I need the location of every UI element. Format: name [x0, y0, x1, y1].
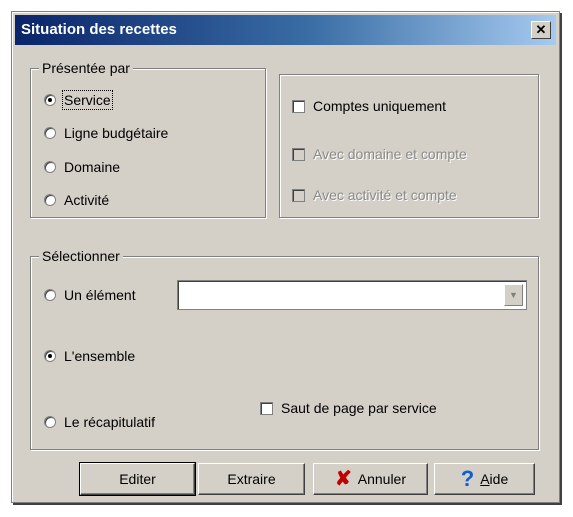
radio-service-button[interactable]	[44, 94, 56, 106]
situation-dialog: Situation des recettes ✕ Présentée par S…	[11, 11, 560, 503]
radio-activite[interactable]: Activité	[44, 192, 109, 208]
radio-recapitulatif-button[interactable]	[44, 416, 56, 428]
radio-ensemble-button[interactable]	[44, 350, 56, 362]
radio-domaine-button[interactable]	[44, 161, 56, 173]
aide-button[interactable]: ? Aide	[434, 463, 535, 495]
radio-ensemble-label: L'ensemble	[64, 348, 136, 364]
editer-button[interactable]: Editer	[79, 462, 196, 496]
radio-domaine[interactable]: Domaine	[44, 159, 120, 175]
presentee-par-legend: Présentée par	[39, 60, 133, 76]
radio-service[interactable]: Service	[44, 90, 113, 110]
check-saut-de-page-label: Saut de page par service	[281, 400, 437, 416]
radio-ligne-budgetaire-button[interactable]	[44, 127, 56, 139]
combo-dropdown-button[interactable]: ▼	[504, 284, 523, 306]
radio-recapitulatif[interactable]: Le récapitulatif	[44, 414, 155, 430]
check-domaine-compte[interactable]: Avec domaine et compte	[292, 146, 467, 162]
radio-activite-label: Activité	[64, 192, 110, 208]
radio-un-element-label: Un élément	[64, 287, 136, 303]
help-question-icon: ?	[460, 466, 475, 491]
element-combo[interactable]: ▼	[177, 280, 527, 310]
editer-button-label: Editer	[119, 471, 156, 487]
window-title: Situation des recettes	[21, 21, 177, 38]
check-activite-compte-label: Avec activité et compte	[313, 187, 457, 203]
title-bar: Situation des recettes ✕	[15, 15, 556, 45]
selectionner-legend: Sélectionner	[39, 248, 123, 264]
close-icon: ✕	[535, 22, 547, 37]
radio-domaine-label: Domaine	[64, 159, 121, 175]
radio-activite-button[interactable]	[44, 194, 56, 206]
annuler-button[interactable]: ✘ Annuler	[313, 463, 428, 495]
check-activite-compte-box[interactable]	[292, 188, 305, 202]
check-comptes-uniquement-box[interactable]	[292, 99, 305, 113]
radio-un-element[interactable]: Un élément	[44, 287, 136, 303]
check-saut-de-page-box[interactable]	[260, 401, 273, 415]
radio-ligne-budgetaire-label: Ligne budgétaire	[64, 125, 169, 141]
annuler-button-label: Annuler	[357, 471, 407, 487]
aide-button-label: Aide	[480, 471, 509, 487]
check-activite-compte[interactable]: Avec activité et compte	[292, 187, 457, 203]
cancel-x-icon: ✘	[334, 468, 352, 490]
radio-service-label: Service	[62, 90, 113, 110]
check-comptes-uniquement[interactable]: Comptes uniquement	[292, 98, 446, 114]
radio-ensemble[interactable]: L'ensemble	[44, 348, 135, 364]
radio-ligne-budgetaire[interactable]: Ligne budgétaire	[44, 125, 168, 141]
radio-un-element-button[interactable]	[44, 289, 56, 301]
check-comptes-uniquement-label: Comptes uniquement	[313, 98, 447, 114]
extraire-button-label: Extraire	[227, 471, 276, 487]
close-button[interactable]: ✕	[531, 21, 551, 39]
extraire-button[interactable]: Extraire	[198, 463, 305, 495]
radio-recapitulatif-label: Le récapitulatif	[64, 414, 156, 430]
check-domaine-compte-label: Avec domaine et compte	[313, 146, 467, 162]
check-domaine-compte-box[interactable]	[292, 147, 305, 161]
chevron-down-icon: ▼	[509, 290, 518, 300]
check-saut-de-page[interactable]: Saut de page par service	[260, 400, 437, 416]
